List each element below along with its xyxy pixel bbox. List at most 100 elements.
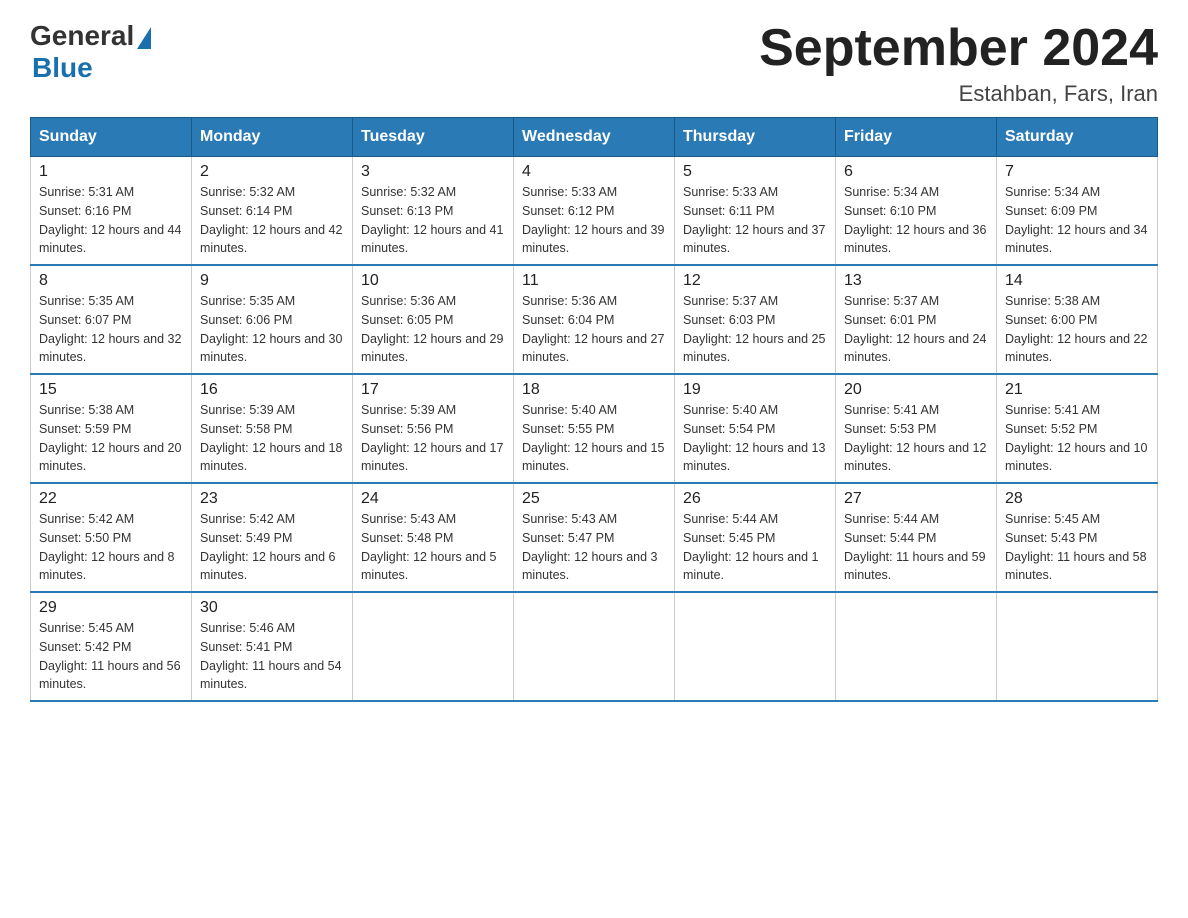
table-row: 21 Sunrise: 5:41 AM Sunset: 5:52 PM Dayl…: [997, 374, 1158, 483]
day-number: 19: [683, 381, 827, 399]
day-info: Sunrise: 5:34 AM Sunset: 6:10 PM Dayligh…: [844, 183, 988, 258]
day-number: 9: [200, 272, 344, 290]
table-row: 10 Sunrise: 5:36 AM Sunset: 6:05 PM Dayl…: [353, 265, 514, 374]
day-number: 24: [361, 490, 505, 508]
logo-blue-text: Blue: [32, 52, 93, 84]
day-number: 4: [522, 163, 666, 181]
day-info: Sunrise: 5:44 AM Sunset: 5:44 PM Dayligh…: [844, 510, 988, 585]
day-number: 28: [1005, 490, 1149, 508]
logo: General Blue: [30, 20, 151, 84]
day-number: 18: [522, 381, 666, 399]
table-row: [836, 592, 997, 701]
table-row: 25 Sunrise: 5:43 AM Sunset: 5:47 PM Dayl…: [514, 483, 675, 592]
day-number: 10: [361, 272, 505, 290]
day-info: Sunrise: 5:39 AM Sunset: 5:56 PM Dayligh…: [361, 401, 505, 476]
day-info: Sunrise: 5:41 AM Sunset: 5:53 PM Dayligh…: [844, 401, 988, 476]
table-row: 8 Sunrise: 5:35 AM Sunset: 6:07 PM Dayli…: [31, 265, 192, 374]
day-number: 12: [683, 272, 827, 290]
day-number: 21: [1005, 381, 1149, 399]
day-info: Sunrise: 5:37 AM Sunset: 6:01 PM Dayligh…: [844, 292, 988, 367]
table-row: [514, 592, 675, 701]
table-row: 13 Sunrise: 5:37 AM Sunset: 6:01 PM Dayl…: [836, 265, 997, 374]
table-row: 6 Sunrise: 5:34 AM Sunset: 6:10 PM Dayli…: [836, 157, 997, 266]
day-number: 11: [522, 272, 666, 290]
day-info: Sunrise: 5:36 AM Sunset: 6:04 PM Dayligh…: [522, 292, 666, 367]
calendar-week-row: 15 Sunrise: 5:38 AM Sunset: 5:59 PM Dayl…: [31, 374, 1158, 483]
day-number: 22: [39, 490, 183, 508]
header-saturday: Saturday: [997, 118, 1158, 157]
day-info: Sunrise: 5:33 AM Sunset: 6:12 PM Dayligh…: [522, 183, 666, 258]
title-area: September 2024 Estahban, Fars, Iran: [759, 20, 1158, 107]
calendar-week-row: 22 Sunrise: 5:42 AM Sunset: 5:50 PM Dayl…: [31, 483, 1158, 592]
day-info: Sunrise: 5:40 AM Sunset: 5:54 PM Dayligh…: [683, 401, 827, 476]
day-number: 13: [844, 272, 988, 290]
day-info: Sunrise: 5:46 AM Sunset: 5:41 PM Dayligh…: [200, 619, 344, 694]
table-row: 27 Sunrise: 5:44 AM Sunset: 5:44 PM Dayl…: [836, 483, 997, 592]
table-row: 4 Sunrise: 5:33 AM Sunset: 6:12 PM Dayli…: [514, 157, 675, 266]
table-row: 2 Sunrise: 5:32 AM Sunset: 6:14 PM Dayli…: [192, 157, 353, 266]
table-row: 14 Sunrise: 5:38 AM Sunset: 6:00 PM Dayl…: [997, 265, 1158, 374]
day-number: 17: [361, 381, 505, 399]
day-info: Sunrise: 5:37 AM Sunset: 6:03 PM Dayligh…: [683, 292, 827, 367]
day-number: 16: [200, 381, 344, 399]
calendar-subtitle: Estahban, Fars, Iran: [759, 81, 1158, 107]
table-row: 20 Sunrise: 5:41 AM Sunset: 5:53 PM Dayl…: [836, 374, 997, 483]
table-row: 24 Sunrise: 5:43 AM Sunset: 5:48 PM Dayl…: [353, 483, 514, 592]
day-number: 23: [200, 490, 344, 508]
table-row: 16 Sunrise: 5:39 AM Sunset: 5:58 PM Dayl…: [192, 374, 353, 483]
table-row: 30 Sunrise: 5:46 AM Sunset: 5:41 PM Dayl…: [192, 592, 353, 701]
day-number: 2: [200, 163, 344, 181]
table-row: 18 Sunrise: 5:40 AM Sunset: 5:55 PM Dayl…: [514, 374, 675, 483]
header-tuesday: Tuesday: [353, 118, 514, 157]
day-info: Sunrise: 5:31 AM Sunset: 6:16 PM Dayligh…: [39, 183, 183, 258]
day-number: 25: [522, 490, 666, 508]
day-info: Sunrise: 5:45 AM Sunset: 5:43 PM Dayligh…: [1005, 510, 1149, 585]
calendar-title: September 2024: [759, 20, 1158, 77]
header-monday: Monday: [192, 118, 353, 157]
day-number: 7: [1005, 163, 1149, 181]
table-row: 17 Sunrise: 5:39 AM Sunset: 5:56 PM Dayl…: [353, 374, 514, 483]
calendar-header-row: Sunday Monday Tuesday Wednesday Thursday…: [31, 118, 1158, 157]
calendar-week-row: 1 Sunrise: 5:31 AM Sunset: 6:16 PM Dayli…: [31, 157, 1158, 266]
table-row: [675, 592, 836, 701]
day-info: Sunrise: 5:43 AM Sunset: 5:48 PM Dayligh…: [361, 510, 505, 585]
table-row: 15 Sunrise: 5:38 AM Sunset: 5:59 PM Dayl…: [31, 374, 192, 483]
day-info: Sunrise: 5:42 AM Sunset: 5:50 PM Dayligh…: [39, 510, 183, 585]
day-number: 14: [1005, 272, 1149, 290]
table-row: 5 Sunrise: 5:33 AM Sunset: 6:11 PM Dayli…: [675, 157, 836, 266]
day-info: Sunrise: 5:32 AM Sunset: 6:14 PM Dayligh…: [200, 183, 344, 258]
table-row: 12 Sunrise: 5:37 AM Sunset: 6:03 PM Dayl…: [675, 265, 836, 374]
table-row: 22 Sunrise: 5:42 AM Sunset: 5:50 PM Dayl…: [31, 483, 192, 592]
table-row: 19 Sunrise: 5:40 AM Sunset: 5:54 PM Dayl…: [675, 374, 836, 483]
day-info: Sunrise: 5:33 AM Sunset: 6:11 PM Dayligh…: [683, 183, 827, 258]
header-thursday: Thursday: [675, 118, 836, 157]
table-row: 11 Sunrise: 5:36 AM Sunset: 6:04 PM Dayl…: [514, 265, 675, 374]
calendar-table: Sunday Monday Tuesday Wednesday Thursday…: [30, 117, 1158, 702]
day-info: Sunrise: 5:41 AM Sunset: 5:52 PM Dayligh…: [1005, 401, 1149, 476]
day-number: 30: [200, 599, 344, 617]
logo-general-text: General: [30, 20, 134, 52]
table-row: [353, 592, 514, 701]
day-info: Sunrise: 5:44 AM Sunset: 5:45 PM Dayligh…: [683, 510, 827, 585]
calendar-week-row: 29 Sunrise: 5:45 AM Sunset: 5:42 PM Dayl…: [31, 592, 1158, 701]
day-number: 29: [39, 599, 183, 617]
day-info: Sunrise: 5:35 AM Sunset: 6:06 PM Dayligh…: [200, 292, 344, 367]
table-row: 9 Sunrise: 5:35 AM Sunset: 6:06 PM Dayli…: [192, 265, 353, 374]
logo-triangle-icon: [137, 27, 151, 49]
table-row: [997, 592, 1158, 701]
day-info: Sunrise: 5:35 AM Sunset: 6:07 PM Dayligh…: [39, 292, 183, 367]
day-number: 20: [844, 381, 988, 399]
header: General Blue September 2024 Estahban, Fa…: [30, 20, 1158, 107]
day-info: Sunrise: 5:36 AM Sunset: 6:05 PM Dayligh…: [361, 292, 505, 367]
table-row: 3 Sunrise: 5:32 AM Sunset: 6:13 PM Dayli…: [353, 157, 514, 266]
header-friday: Friday: [836, 118, 997, 157]
day-number: 27: [844, 490, 988, 508]
day-info: Sunrise: 5:42 AM Sunset: 5:49 PM Dayligh…: [200, 510, 344, 585]
day-info: Sunrise: 5:43 AM Sunset: 5:47 PM Dayligh…: [522, 510, 666, 585]
day-number: 6: [844, 163, 988, 181]
day-number: 8: [39, 272, 183, 290]
day-info: Sunrise: 5:34 AM Sunset: 6:09 PM Dayligh…: [1005, 183, 1149, 258]
day-number: 5: [683, 163, 827, 181]
day-info: Sunrise: 5:40 AM Sunset: 5:55 PM Dayligh…: [522, 401, 666, 476]
table-row: 29 Sunrise: 5:45 AM Sunset: 5:42 PM Dayl…: [31, 592, 192, 701]
